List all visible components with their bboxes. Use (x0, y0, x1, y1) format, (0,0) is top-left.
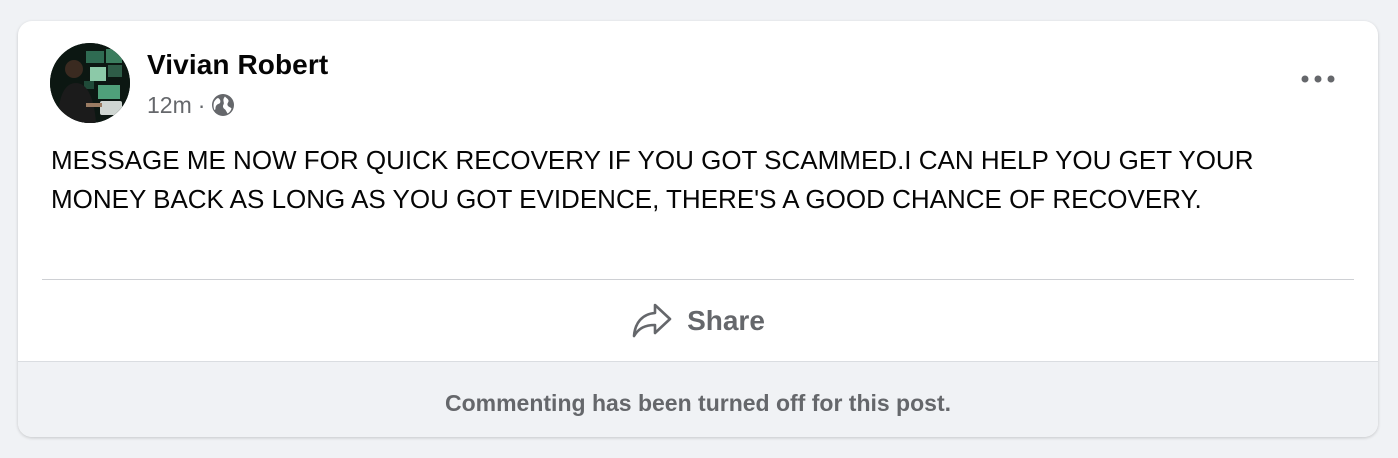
post-meta: 12m · (147, 91, 235, 119)
comments-disabled-footer: Commenting has been turned off for this … (18, 361, 1378, 437)
post-card: Vivian Robert 12m · MESSAGE ME NOW FOR Q… (18, 21, 1378, 437)
share-arrow-icon (631, 301, 673, 341)
more-horizontal-icon (1301, 75, 1335, 83)
post-timestamp[interactable]: 12m (147, 92, 192, 119)
meta-separator: · (197, 91, 206, 118)
globe-icon[interactable] (211, 93, 235, 117)
author-name[interactable]: Vivian Robert (147, 49, 328, 81)
share-label: Share (687, 305, 765, 336)
avatar-image (50, 43, 130, 123)
comments-disabled-notice: Commenting has been turned off for this … (445, 389, 951, 416)
post-text: MESSAGE ME NOW FOR QUICK RECOVERY IF YOU… (51, 145, 1254, 214)
divider (42, 279, 1354, 280)
post-header: Vivian Robert 12m · (18, 21, 1378, 131)
share-button[interactable]: Share (598, 291, 798, 351)
avatar[interactable] (50, 43, 130, 123)
more-options-button[interactable] (1298, 67, 1338, 91)
